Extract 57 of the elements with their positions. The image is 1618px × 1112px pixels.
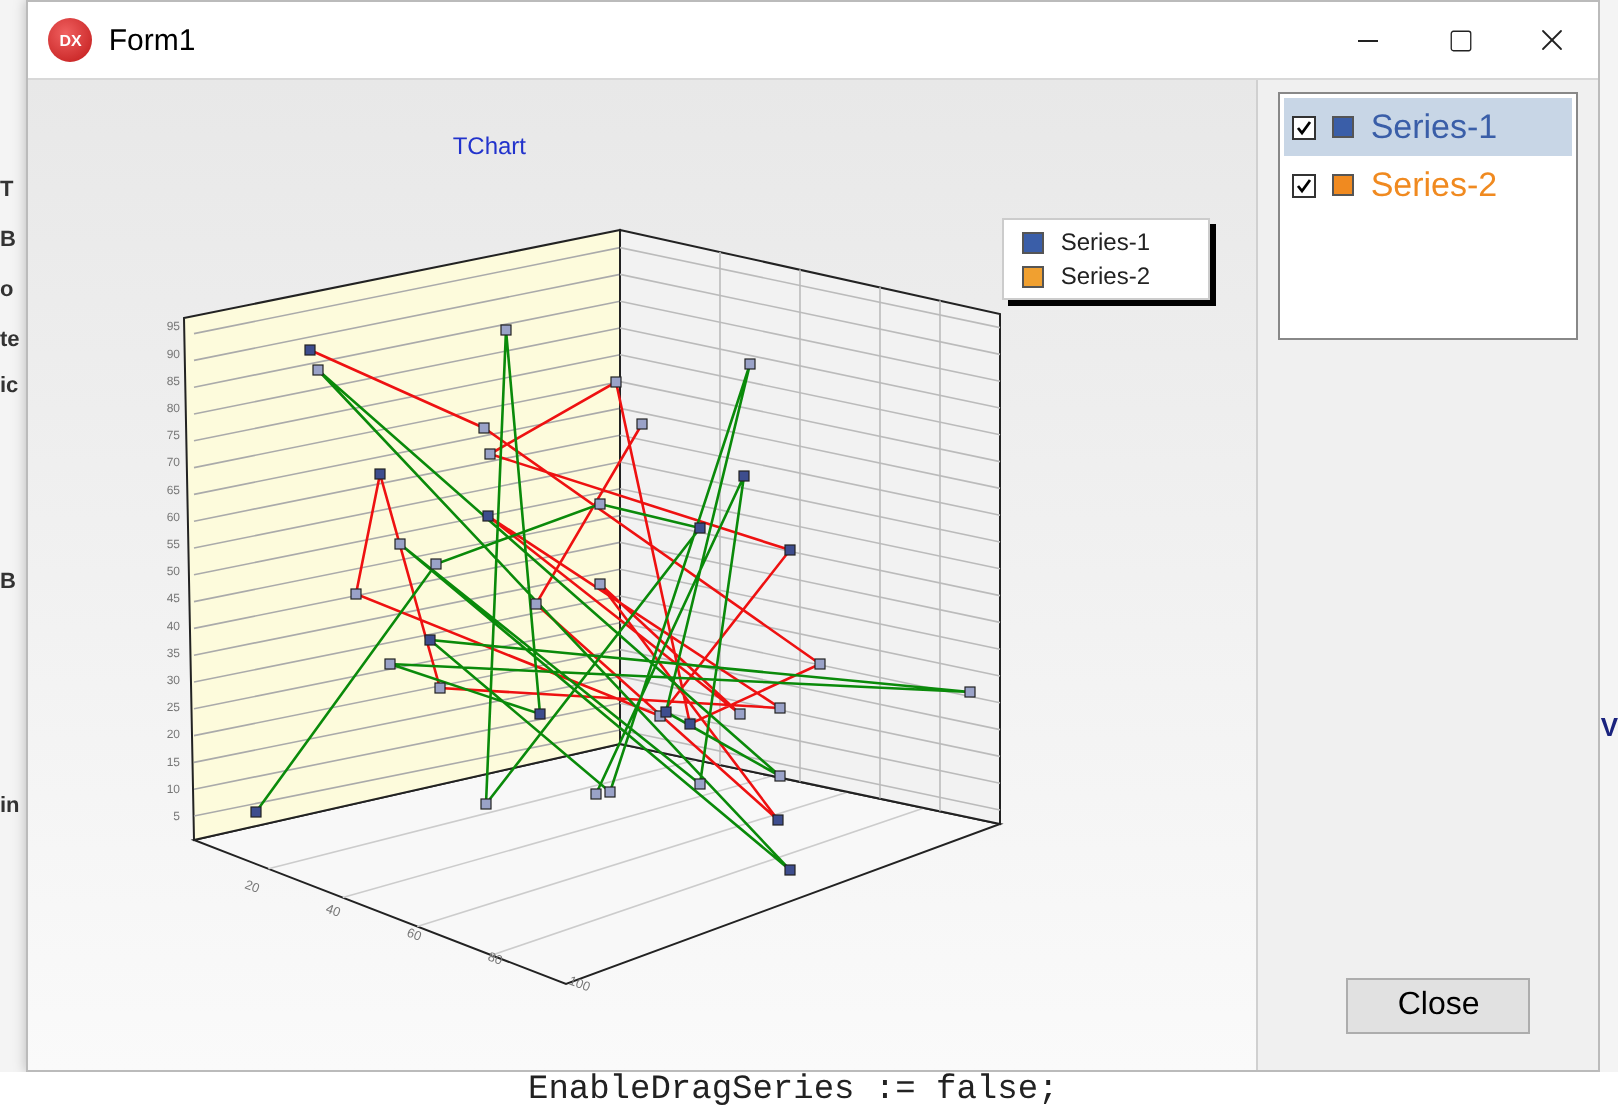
data-point-marker — [435, 682, 447, 694]
data-point-marker — [375, 468, 387, 480]
data-point-marker — [313, 364, 325, 376]
data-point-marker — [735, 708, 747, 720]
background-text: ic — [0, 372, 21, 400]
background-text: o — [0, 276, 16, 304]
legend-label: Series-2 — [1060, 262, 1151, 290]
background-text: B — [0, 568, 18, 596]
series-list-item[interactable]: Series-2 — [1284, 156, 1573, 214]
minimize-icon — [1358, 39, 1379, 41]
background-text: te — [0, 326, 22, 354]
data-point-marker — [481, 798, 493, 810]
data-point-marker — [535, 708, 547, 720]
code-line: EnableDragSeries := false; — [528, 1072, 1059, 1112]
close-button[interactable]: Close — [1346, 978, 1531, 1034]
data-point-marker — [431, 558, 443, 570]
data-point-marker — [685, 718, 697, 730]
data-point-marker — [785, 544, 797, 556]
data-point-marker — [695, 522, 707, 534]
background-text: T — [0, 176, 16, 204]
app-logo-icon: DX — [48, 18, 93, 62]
data-point-marker — [395, 538, 407, 550]
data-point-marker — [305, 344, 317, 356]
data-point-marker — [773, 814, 785, 826]
data-point-marker — [595, 578, 607, 590]
data-point-marker — [785, 864, 797, 876]
data-point-marker — [775, 770, 787, 782]
chart-title: TChart — [452, 132, 527, 160]
series-list-item[interactable]: Series-1 — [1284, 98, 1573, 156]
window-title: Form1 — [108, 23, 198, 57]
data-point-marker — [251, 806, 263, 818]
data-point-marker — [745, 358, 757, 370]
background-text: in — [0, 792, 22, 820]
data-point-marker — [425, 634, 437, 646]
data-point-marker — [595, 498, 607, 510]
data-point-marker — [385, 658, 397, 670]
data-point-marker — [965, 686, 977, 698]
background-text: B — [0, 226, 18, 254]
background-text: V — [1600, 712, 1618, 744]
series-label: Series-1 — [1370, 107, 1498, 147]
data-point-marker — [815, 658, 827, 670]
data-point-marker — [351, 588, 363, 600]
data-point-marker — [531, 598, 543, 610]
data-point-marker — [479, 422, 491, 434]
legend-label: Series-1 — [1060, 228, 1151, 256]
data-point-marker — [637, 418, 649, 430]
data-point-marker — [695, 778, 707, 790]
data-point-marker — [501, 324, 513, 336]
checkbox[interactable] — [1292, 115, 1317, 139]
data-point-marker — [739, 470, 751, 482]
data-point-marker — [611, 376, 623, 388]
data-point-marker — [775, 702, 787, 714]
series-label: Series-2 — [1370, 165, 1498, 205]
checkbox[interactable] — [1292, 173, 1317, 197]
data-point-marker — [485, 448, 497, 460]
data-point-marker — [483, 510, 495, 522]
maximize-icon — [1447, 27, 1474, 53]
